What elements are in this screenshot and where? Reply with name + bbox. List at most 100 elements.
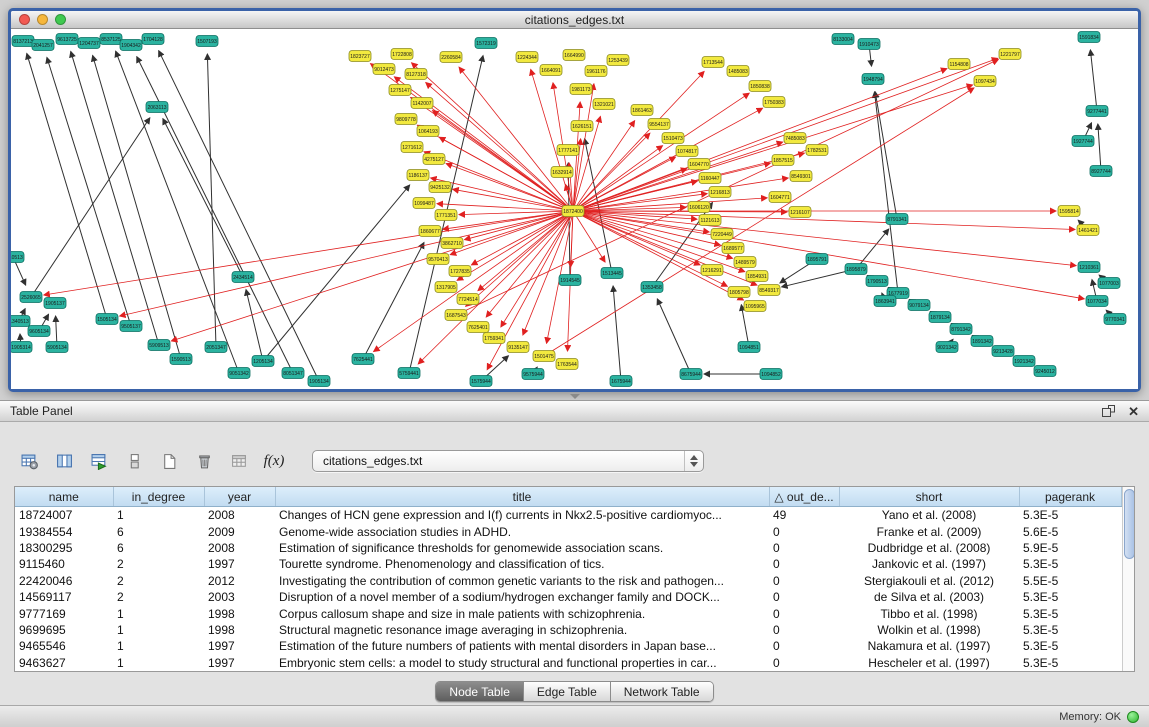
new-file-button[interactable] xyxy=(154,447,184,475)
table-row[interactable]: 946554611997Estimation of the future num… xyxy=(15,638,1121,654)
graph-node[interactable]: 1727835 xyxy=(449,266,471,277)
cell-out_degree[interactable]: 0 xyxy=(769,573,839,589)
graph-node[interactable]: 1353458 xyxy=(641,282,663,293)
graph-node[interactable]: 1904342 xyxy=(120,40,142,51)
cell-out_degree[interactable]: 0 xyxy=(769,655,839,671)
graph-node[interactable]: 1626151 xyxy=(571,121,593,132)
cell-short[interactable]: Dudbridge et al. (2008) xyxy=(839,540,1019,556)
graph-node[interactable]: 2434514 xyxy=(232,272,254,283)
cell-year[interactable]: 1998 xyxy=(204,605,275,621)
cell-name[interactable]: 9699695 xyxy=(15,622,113,638)
graph-edge[interactable] xyxy=(27,53,107,319)
graph-node[interactable]: 1632914 xyxy=(551,167,573,178)
graph-node[interactable]: 1910473 xyxy=(858,39,880,50)
table-row[interactable]: 2242004622012Investigating the contribut… xyxy=(15,573,1121,589)
graph-node[interactable]: 9079134 xyxy=(908,300,930,311)
graph-node[interactable]: 9012473 xyxy=(373,64,395,75)
cell-short[interactable]: Stergiakouli et al. (2012) xyxy=(839,573,1019,589)
graph-edge[interactable] xyxy=(875,92,897,219)
cell-in_degree[interactable]: 6 xyxy=(113,523,204,539)
cell-out_degree[interactable]: 0 xyxy=(769,622,839,638)
table-row[interactable]: 911546021997Tourette syndrome. Phenomeno… xyxy=(15,556,1121,572)
graph-edge[interactable] xyxy=(856,229,889,269)
graph-node[interactable]: 1505134 xyxy=(96,314,118,325)
cell-title[interactable]: Genome-wide association studies in ADHD. xyxy=(275,523,769,539)
graph-node[interactable]: 9570413 xyxy=(427,254,449,265)
cell-short[interactable]: Tibbo et al. (1998) xyxy=(839,605,1019,621)
graph-node[interactable]: 1340513 xyxy=(11,316,30,327)
graph-node[interactable]: 9135147 xyxy=(507,342,529,353)
graph-node[interactable]: 1763544 xyxy=(556,359,578,370)
graph-node[interactable]: 2041257 xyxy=(32,40,54,51)
graph-node[interactable]: 9554137 xyxy=(648,119,670,130)
graph-node[interactable]: 1782531 xyxy=(806,145,828,156)
float-panel-button[interactable] xyxy=(1101,404,1116,418)
graph-node[interactable]: 1895879 xyxy=(845,264,867,275)
graph-edge[interactable] xyxy=(573,211,700,265)
graph-node[interactable]: 1687543 xyxy=(445,310,467,321)
graph-node[interactable]: 1664990 xyxy=(563,50,585,61)
cell-short[interactable]: Jankovic et al. (1997) xyxy=(839,556,1019,572)
zoom-button[interactable] xyxy=(55,14,66,25)
graph-node[interactable]: 1097434 xyxy=(974,76,996,87)
graph-node[interactable]: 1854931 xyxy=(746,271,768,282)
table-select-dropdown[interactable]: citations_edges.txt xyxy=(312,450,704,472)
network-graph[interactable]: 1872400182372790124731722808812731812751… xyxy=(11,29,1138,389)
graph-node[interactable]: 1722808 xyxy=(391,49,413,60)
cell-year[interactable]: 1997 xyxy=(204,556,275,572)
graph-node[interactable]: 1850838 xyxy=(749,81,771,92)
graph-node[interactable]: 1094852 xyxy=(760,369,782,380)
table-row[interactable]: 1830029562008Estimation of significance … xyxy=(15,540,1121,556)
graph-node[interactable]: 1224344 xyxy=(516,52,538,63)
cell-short[interactable]: Hescheler et al. (1997) xyxy=(839,655,1019,671)
cell-year[interactable]: 1997 xyxy=(204,655,275,671)
graph-edge[interactable] xyxy=(263,185,410,361)
cell-short[interactable]: de Silva et al. (2003) xyxy=(839,589,1019,605)
cell-in_degree[interactable]: 2 xyxy=(113,556,204,572)
graph-node[interactable]: 8927744 xyxy=(1090,166,1112,177)
table-row[interactable]: 969969511998Structural magnetic resonanc… xyxy=(15,622,1121,638)
graph-node[interactable]: 1604771 xyxy=(769,192,791,203)
cell-title[interactable]: Disruption of a novel member of a sodium… xyxy=(275,589,769,605)
graph-node[interactable]: 1575944 xyxy=(470,376,492,387)
graph-node[interactable]: 1961176 xyxy=(585,66,607,77)
cell-name[interactable]: 9465546 xyxy=(15,638,113,654)
graph-node[interactable]: 8549301 xyxy=(790,171,812,182)
graph-node[interactable]: 8537125 xyxy=(100,34,122,45)
graph-node[interactable]: 9051342 xyxy=(228,368,250,379)
cell-name[interactable]: 19384554 xyxy=(15,523,113,539)
column-header-short[interactable]: short xyxy=(839,487,1019,507)
graph-node[interactable]: 9505137 xyxy=(120,321,142,332)
column-header-out_degree[interactable]: △ out_de... xyxy=(769,487,839,507)
cell-in_degree[interactable]: 1 xyxy=(113,605,204,621)
graph-node[interactable]: 1595814 xyxy=(1058,206,1080,217)
cell-pagerank[interactable]: 5.3E-5 xyxy=(1019,622,1121,638)
graph-edge[interactable] xyxy=(246,290,263,361)
graph-edge[interactable] xyxy=(875,92,898,293)
cell-in_degree[interactable]: 1 xyxy=(113,655,204,671)
graph-node[interactable]: 7625401 xyxy=(467,322,489,333)
cell-pagerank[interactable]: 5.6E-5 xyxy=(1019,523,1121,539)
graph-node[interactable]: 2051347 xyxy=(205,342,227,353)
graph-node[interactable]: 1572319 xyxy=(475,38,497,49)
graph-node[interactable]: 1790513 xyxy=(866,276,888,287)
cell-in_degree[interactable]: 6 xyxy=(113,540,204,556)
cell-in_degree[interactable]: 2 xyxy=(113,589,204,605)
graph-node[interactable]: 1121613 xyxy=(699,215,721,226)
graph-node[interactable]: 9277441 xyxy=(1086,106,1108,117)
graph-node[interactable]: 1689577 xyxy=(722,243,744,254)
graph-node[interactable]: 1981173 xyxy=(570,84,592,95)
cell-year[interactable]: 1997 xyxy=(204,638,275,654)
cell-pagerank[interactable]: 5.3E-5 xyxy=(1019,655,1121,671)
graph-edge[interactable] xyxy=(1098,124,1101,171)
cell-title[interactable]: Corpus callosum shape and size in male p… xyxy=(275,605,769,621)
cell-name[interactable]: 18300295 xyxy=(15,540,113,556)
cell-title[interactable]: Estimation of the future numbers of pati… xyxy=(275,638,769,654)
graph-edge[interactable] xyxy=(433,111,573,211)
graph-node[interactable]: 9575944 xyxy=(522,369,544,380)
cell-name[interactable]: 9463627 xyxy=(15,655,113,671)
graph-node[interactable]: 1759341 xyxy=(483,333,505,344)
cell-title[interactable]: Tourette syndrome. Phenomenology and cla… xyxy=(275,556,769,572)
graph-node[interactable]: 5759441 xyxy=(398,368,420,379)
function-button[interactable]: f(x) xyxy=(259,447,289,475)
